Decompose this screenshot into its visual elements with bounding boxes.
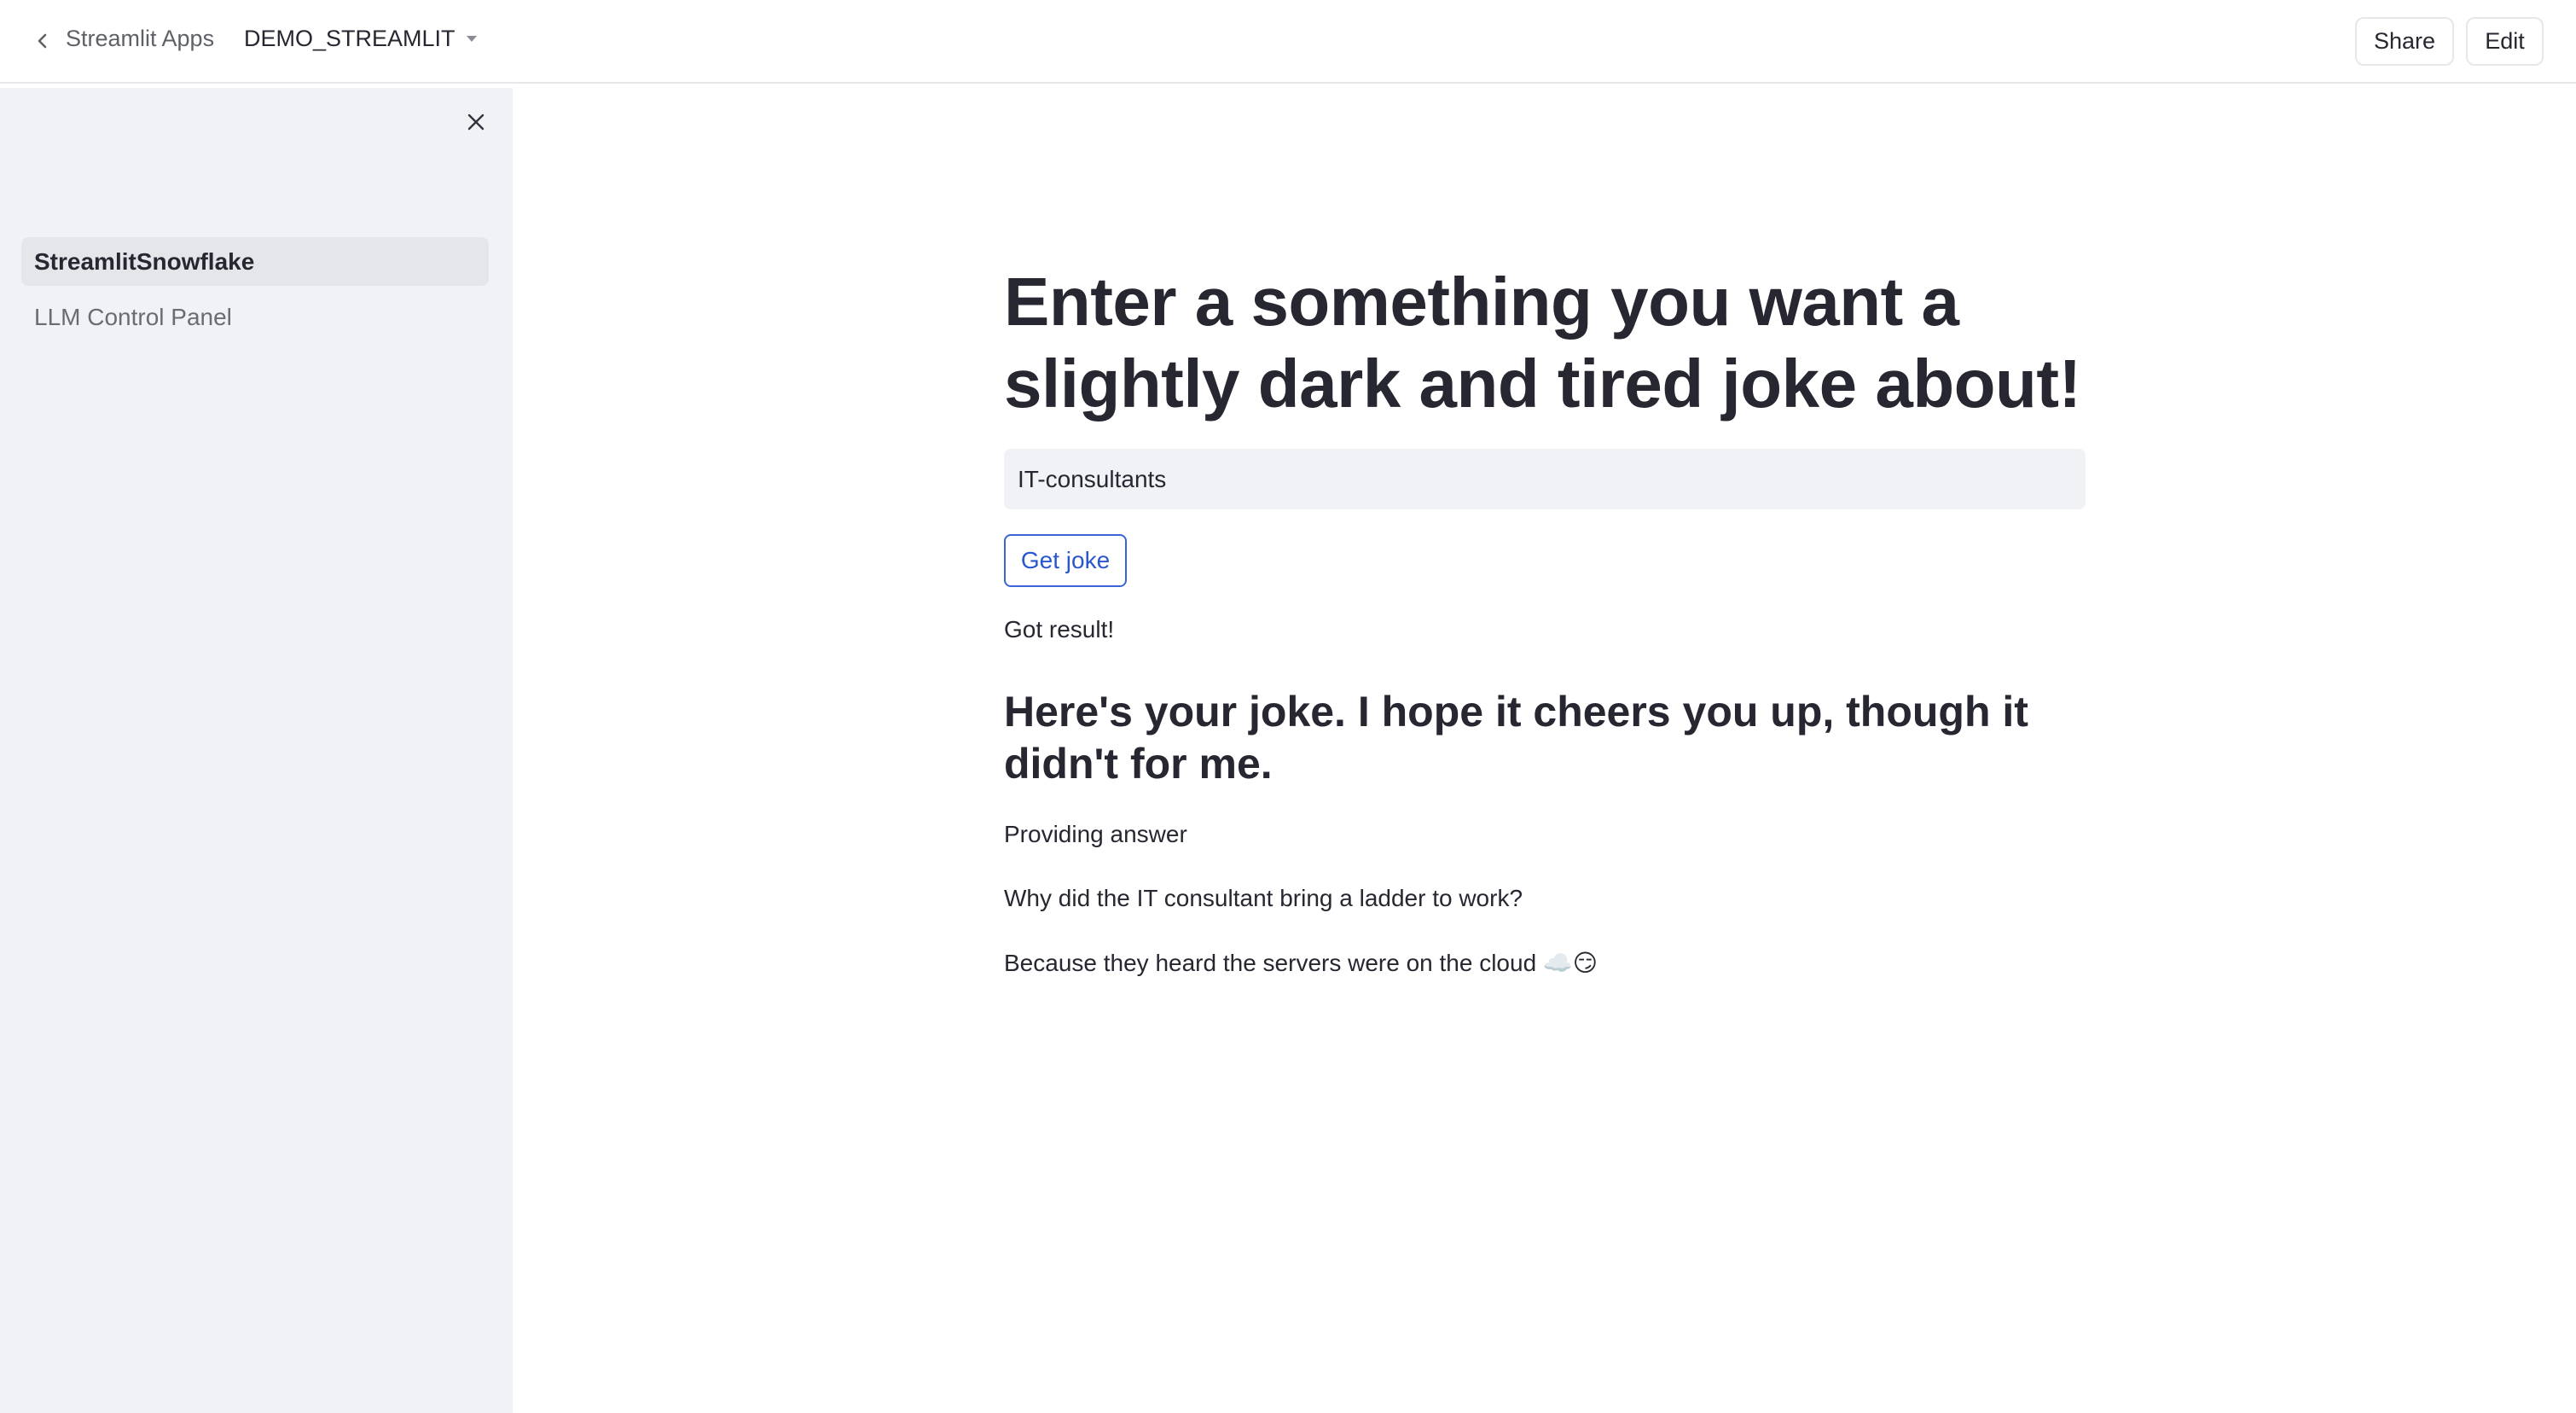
app-switcher-dropdown[interactable]: DEMO_STREAMLIT bbox=[244, 26, 478, 52]
sidebar-item-streamlitsnowflake[interactable]: StreamlitSnowflake bbox=[21, 237, 489, 286]
share-button[interactable]: Share bbox=[2355, 17, 2454, 66]
caret-down-icon bbox=[466, 35, 477, 42]
top-bar: Streamlit Apps DEMO_STREAMLIT Share Edit bbox=[0, 0, 2576, 84]
app-name: DEMO_STREAMLIT bbox=[244, 26, 455, 51]
page-title: Enter a something you want a slightly da… bbox=[1004, 264, 2081, 422]
answer-status-text: Providing answer bbox=[1004, 821, 1187, 847]
streamlit-apps-link[interactable]: Streamlit Apps bbox=[66, 26, 214, 52]
joke-punchline-text: Because they heard the servers were on t… bbox=[1004, 950, 1598, 976]
get-joke-button[interactable]: Get joke bbox=[1004, 534, 1127, 587]
sidebar-item-label: StreamlitSnowflake bbox=[34, 247, 255, 275]
topic-input[interactable] bbox=[1004, 449, 2086, 509]
status-text: Got result! bbox=[1004, 616, 1115, 643]
joke-setup-text: Why did the IT consultant bring a ladder… bbox=[1004, 885, 1523, 911]
chevron-left-icon[interactable] bbox=[26, 22, 60, 60]
sidebar-item-label: LLM Control Panel bbox=[34, 303, 232, 330]
sidebar: StreamlitSnowflake LLM Control Panel bbox=[0, 88, 513, 1413]
close-icon[interactable] bbox=[461, 107, 491, 137]
joke-subheader: Here's your joke. I hope it cheers you u… bbox=[1004, 688, 2028, 788]
sidebar-item-llm-control-panel[interactable]: LLM Control Panel bbox=[21, 293, 489, 341]
edit-button[interactable]: Edit bbox=[2466, 17, 2544, 66]
